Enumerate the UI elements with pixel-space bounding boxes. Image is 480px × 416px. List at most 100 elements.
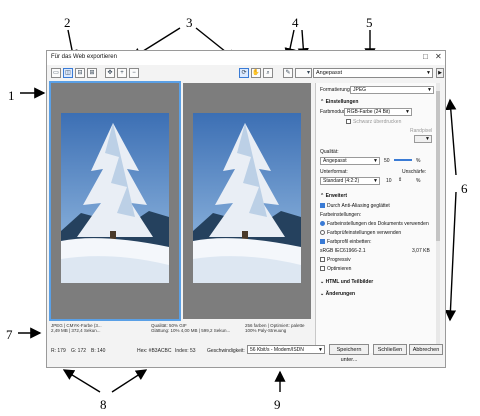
format-label: Formatierung: — [320, 87, 352, 93]
chevron-down-icon: ▼ — [427, 87, 432, 93]
scrollbar-thumb[interactable] — [436, 91, 440, 241]
section-settings[interactable]: ⌃ Einstellungen — [320, 99, 358, 105]
original-info: JPEG | CMYK-Farbe (3... 2,49 MB | 372,4 … — [51, 323, 102, 333]
callout-4: 4 — [292, 15, 299, 30]
close-button[interactable]: Schließen — [373, 344, 407, 355]
document-colors-label: Farbeinstellungen des Dokuments verwende… — [327, 221, 429, 227]
format-value: JPEG — [353, 87, 367, 93]
profile-size: 3,07 KB — [412, 248, 430, 254]
status-hex: Hex: #B3ACBC — [137, 348, 172, 354]
optimize-label: Optimieren — [327, 266, 352, 272]
section-html-label: HTML und Teilbilder — [325, 279, 374, 285]
chevron-down-icon: ▼ — [426, 70, 431, 76]
speed-label: Geschwindigkeit: — [207, 348, 245, 354]
chevron-down-icon: ▼ — [373, 178, 378, 184]
panel-scrollbar[interactable] — [436, 83, 440, 353]
profile-name: sRGB IEC61966-2.1 — [320, 248, 366, 254]
callout-1: 1 — [8, 88, 15, 103]
refresh-icon[interactable]: ⟳ — [239, 68, 249, 78]
chevron-down-icon: ▼ — [318, 347, 323, 353]
blur-label: Unschärfe: — [402, 169, 427, 175]
preset-value: Angepasst — [316, 70, 342, 76]
section-changes[interactable]: ⌄ Änderungen — [320, 291, 355, 297]
optimized-info-right: 256 farben | Optimiert: palette 100% Pal… — [245, 323, 304, 333]
black-overprint-label: Schwarz überdrucken — [353, 119, 402, 125]
optimized-info-line2a: Glättung: 10% 4,00 MB | 599,2 Sekun... — [151, 328, 231, 333]
hand-icon[interactable]: ✋ — [251, 68, 261, 78]
color-settings-label: Farbeinstellungen: — [320, 212, 362, 218]
single-view-icon[interactable]: ▭ — [51, 68, 61, 78]
status-g: G: 172 — [71, 348, 87, 354]
quality-number[interactable]: 50 — [384, 158, 390, 164]
section-advanced-label: Erweitert — [325, 193, 347, 199]
callout-3: 3 — [186, 15, 193, 30]
optimized-preview-pane[interactable] — [183, 83, 311, 319]
speed-value: 56 Kbit/s - Modem/ISDN — [250, 347, 304, 353]
four-pane-icon[interactable]: ⊞ — [87, 68, 97, 78]
black-overprint-checkbox[interactable]: Schwarz überdrucken — [346, 119, 401, 125]
status-r: R: 179 — [51, 348, 66, 354]
cancel-button[interactable]: Abbrechen — [409, 344, 443, 355]
dialog-title: Für das Web exportieren — [51, 54, 117, 60]
original-preview-pane[interactable] — [49, 81, 181, 321]
two-pane-vertical-icon[interactable]: ◫ — [63, 68, 73, 78]
title-bar: Für das Web exportieren □ ✕ — [47, 51, 445, 65]
maximize-button[interactable]: □ — [423, 52, 428, 61]
optimized-info: Qualität: 50% GIF Glättung: 10% 4,00 MB … — [151, 323, 230, 333]
callout-9: 9 — [274, 397, 281, 412]
two-pane-horizontal-icon[interactable]: ⊟ — [75, 68, 85, 78]
colormode-select[interactable]: RGB-Farbe (24 Bit) ▼ — [344, 108, 412, 116]
optimize-checkbox[interactable]: Optimieren — [320, 266, 351, 272]
section-advanced[interactable]: ⌃ Erweitert — [320, 193, 347, 199]
embed-profile-checkbox[interactable]: Farbprofil einbetten: — [320, 239, 371, 245]
status-b: B: 140 — [91, 348, 106, 354]
subformat-label: Unterformat: — [320, 169, 348, 175]
quality-select[interactable]: Angepasst ▼ — [320, 157, 380, 165]
format-select[interactable]: JPEG ▼ — [350, 86, 434, 94]
snowy-tree-photo-original — [61, 113, 169, 283]
chevron-down-icon: ▼ — [373, 158, 378, 164]
progressive-label: Progressiv — [327, 257, 351, 263]
preset-menu-button[interactable]: ▶ — [436, 68, 444, 78]
zoom-out-icon[interactable]: − — [129, 68, 139, 78]
subformat-value: Standard (4:2:2) — [323, 178, 360, 184]
export-dialog: Für das Web exportieren □ ✕ ▭ ◫ ⊟ ⊞ ✥ + … — [46, 50, 446, 368]
embed-profile-label: Farbprofil einbetten: — [327, 239, 372, 245]
toolbar: ▭ ◫ ⊟ ⊞ ✥ + − ⟳ ✋ ⌕ ✎ ▾ Angepasst ▼ ▶ — [47, 66, 445, 81]
optimized-info-line2b: 100% Paly-Streuung — [245, 328, 287, 333]
section-html[interactable]: ⌄ HTML und Teilbilder — [320, 279, 373, 285]
blur-unit: % — [416, 178, 421, 184]
eyedropper-icon[interactable]: ✎ — [283, 68, 293, 78]
antialias-checkbox[interactable]: Durch Anti-Aliasing geglättet — [320, 203, 390, 209]
save-as-button[interactable]: Speichern unter... — [329, 344, 369, 363]
callout-2: 2 — [64, 15, 71, 30]
quality-slider[interactable] — [394, 159, 412, 161]
pan-icon[interactable]: ✥ — [105, 68, 115, 78]
document-colors-radio[interactable]: Farbeinstellungen des Dokuments verwende… — [320, 221, 429, 227]
progressive-checkbox[interactable]: Progressiv — [320, 257, 351, 263]
callout-7: 7 — [6, 327, 13, 342]
edge-label: Randpixel — [410, 128, 433, 134]
chevron-down-icon: ▼ — [405, 109, 410, 115]
original-info-line2: 2,49 MB | 372,4 Sekun... — [51, 328, 101, 333]
section-settings-label: Einstellungen — [325, 99, 359, 105]
quality-unit: % — [416, 158, 421, 164]
chevron-down-icon: ▼ — [425, 136, 430, 142]
close-window-button[interactable]: ✕ — [435, 52, 442, 61]
quality-label: Qualität: — [320, 149, 339, 155]
blur-stepper-icon[interactable]: ⇕ — [398, 177, 402, 183]
proof-colors-radio[interactable]: Farbprüfeinstellungen verwenden — [320, 230, 401, 236]
preset-select[interactable]: Angepasst ▼ — [313, 68, 433, 78]
edge-color-select[interactable]: ▼ — [414, 135, 432, 143]
speed-select[interactable]: 56 Kbit/s - Modem/ISDN ▼ — [247, 345, 325, 354]
callout-6: 6 — [461, 181, 468, 196]
callout-8: 8 — [100, 397, 107, 412]
chevron-down-icon[interactable]: ▾ — [306, 68, 312, 78]
zoom-icon[interactable]: ⌕ — [263, 68, 273, 78]
quality-value: Angepasst — [323, 158, 347, 164]
snowy-tree-photo-optimized — [193, 113, 301, 283]
subformat-select[interactable]: Standard (4:2:2) ▼ — [320, 177, 380, 185]
blur-number[interactable]: 10 — [386, 178, 392, 184]
zoom-in-icon[interactable]: + — [117, 68, 127, 78]
colormode-value: RGB-Farbe (24 Bit) — [347, 109, 391, 115]
